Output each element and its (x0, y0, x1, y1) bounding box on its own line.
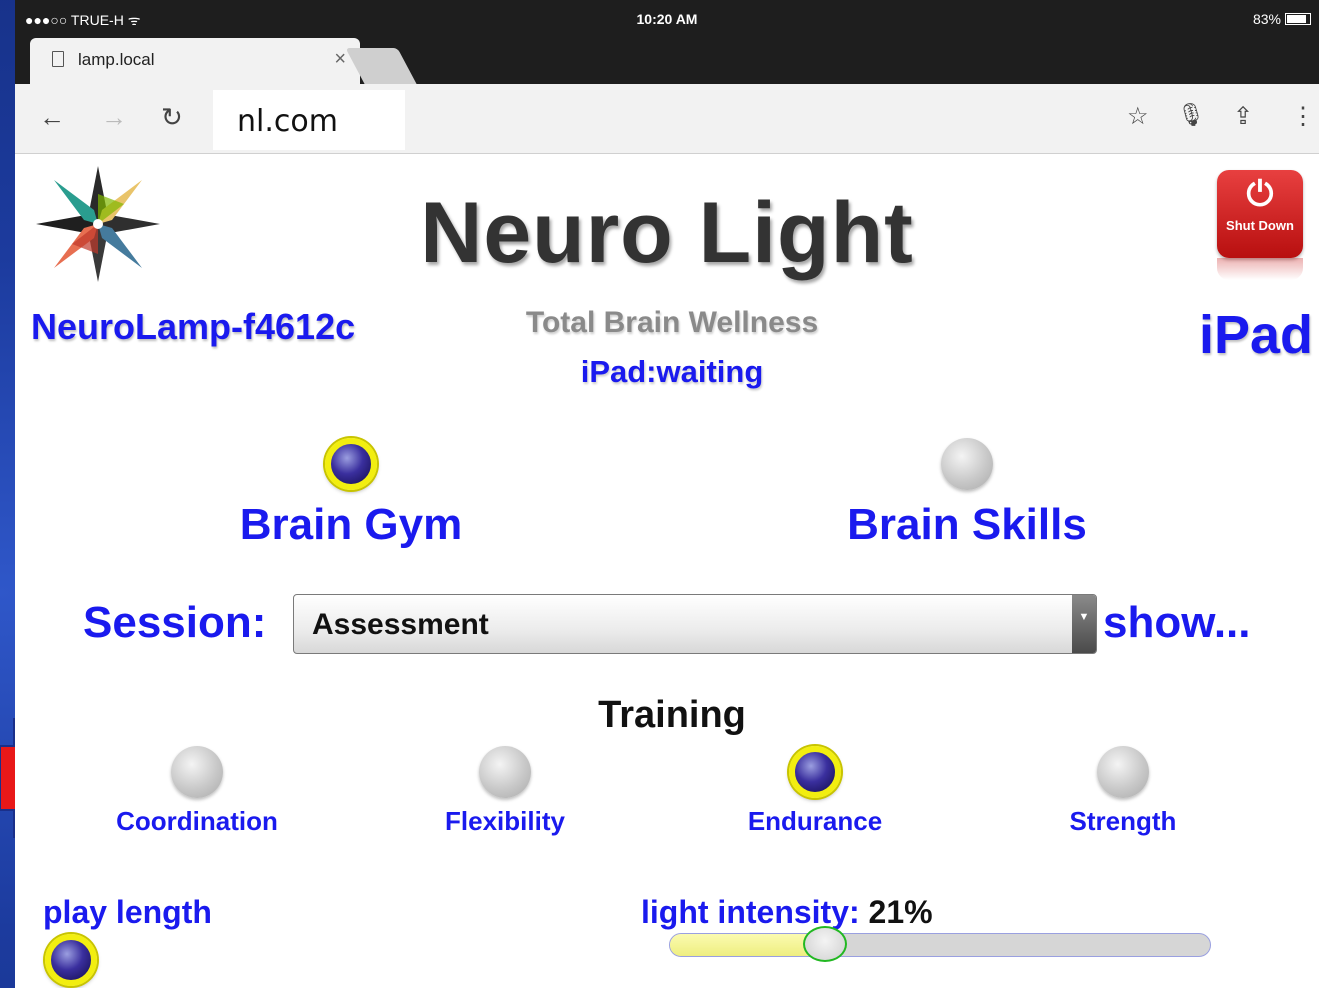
shutdown-reflection (1217, 258, 1303, 280)
status-bar: ●●●○○ TRUE-H ᯤ 10:20 AM 83% (15, 0, 1319, 38)
strength-label[interactable]: Strength (1003, 806, 1243, 837)
coordination-label[interactable]: Coordination (77, 806, 317, 837)
tab-title: lamp.local (78, 50, 155, 69)
endurance-radio[interactable] (789, 746, 841, 798)
light-intensity-value: 21% (868, 894, 933, 930)
microphone-icon[interactable]: 🎙 (1177, 102, 1205, 128)
device-name: iPad (1198, 305, 1313, 365)
brain-gym-radio[interactable] (325, 438, 377, 490)
brain-gym-label[interactable]: Brain Gym (151, 500, 551, 550)
tab-strip: lamp.local × (15, 38, 1319, 84)
browser-tab[interactable]: lamp.local × (30, 38, 360, 84)
brain-skills-label[interactable]: Brain Skills (767, 500, 1167, 550)
power-icon: ⏻ (1246, 175, 1274, 213)
reload-icon[interactable]: ↻ (161, 102, 183, 133)
browser-toolbar: ← → ↻ nl.com ☆ 🎙 ⇪ ⋮ (15, 84, 1319, 154)
coordination-radio[interactable] (171, 746, 223, 798)
battery-percent: 83% (1252, 11, 1281, 27)
battery-icon (1285, 13, 1311, 25)
address-bar[interactable]: nl.com (213, 90, 1213, 150)
forward-arrow-icon[interactable]: → (101, 102, 127, 133)
shutdown-button[interactable]: ⏻ Shut Down (1217, 170, 1303, 258)
brain-skills-radio[interactable] (941, 438, 993, 490)
light-intensity-slider[interactable] (669, 926, 1211, 962)
light-intensity-text: light intensity: (641, 894, 860, 930)
show-link[interactable]: show... (1103, 598, 1251, 648)
neuro-light-page: Neuro Light ⏻ Shut Down NeuroLamp-f4612c… (15, 154, 1319, 988)
slider-thumb[interactable] (803, 926, 847, 962)
app-title: Neuro Light (420, 185, 914, 281)
back-arrow-icon[interactable]: ← (39, 102, 65, 133)
session-label: Session: (83, 598, 267, 647)
clock: 10:20 AM (636, 11, 698, 27)
shutdown-label: Shut Down (1226, 218, 1294, 233)
play-length-radio[interactable] (45, 934, 97, 986)
page-icon (52, 51, 64, 67)
app-subtitle: Total Brain Wellness (525, 306, 819, 339)
connection-status: iPad:waiting (580, 354, 764, 389)
play-length-label: play length (43, 894, 212, 930)
dropdown-arrow-icon: ▼ (1072, 595, 1096, 653)
training-heading: Training (598, 694, 746, 736)
slider-fill (670, 934, 825, 956)
endurance-label[interactable]: Endurance (695, 806, 935, 837)
menu-icon[interactable]: ⋮ (1291, 102, 1315, 131)
url-text: nl.com (237, 104, 338, 139)
session-select[interactable]: Assessment ▼ (293, 594, 1097, 654)
strength-radio[interactable] (1097, 746, 1149, 798)
light-intensity-label: light intensity: 21% (641, 894, 933, 931)
share-icon[interactable]: ⇪ (1233, 102, 1253, 131)
bookmark-star-icon[interactable]: ☆ (1127, 102, 1149, 131)
session-selected-value: Assessment (312, 608, 489, 641)
tab-close-button[interactable]: × (334, 48, 346, 71)
flexibility-radio[interactable] (479, 746, 531, 798)
ipad-browser-frame: ●●●○○ TRUE-H ᯤ 10:20 AM 83% lamp.local ×… (15, 0, 1319, 988)
battery-indicator: 83% (1253, 11, 1311, 27)
flexibility-label[interactable]: Flexibility (385, 806, 625, 837)
